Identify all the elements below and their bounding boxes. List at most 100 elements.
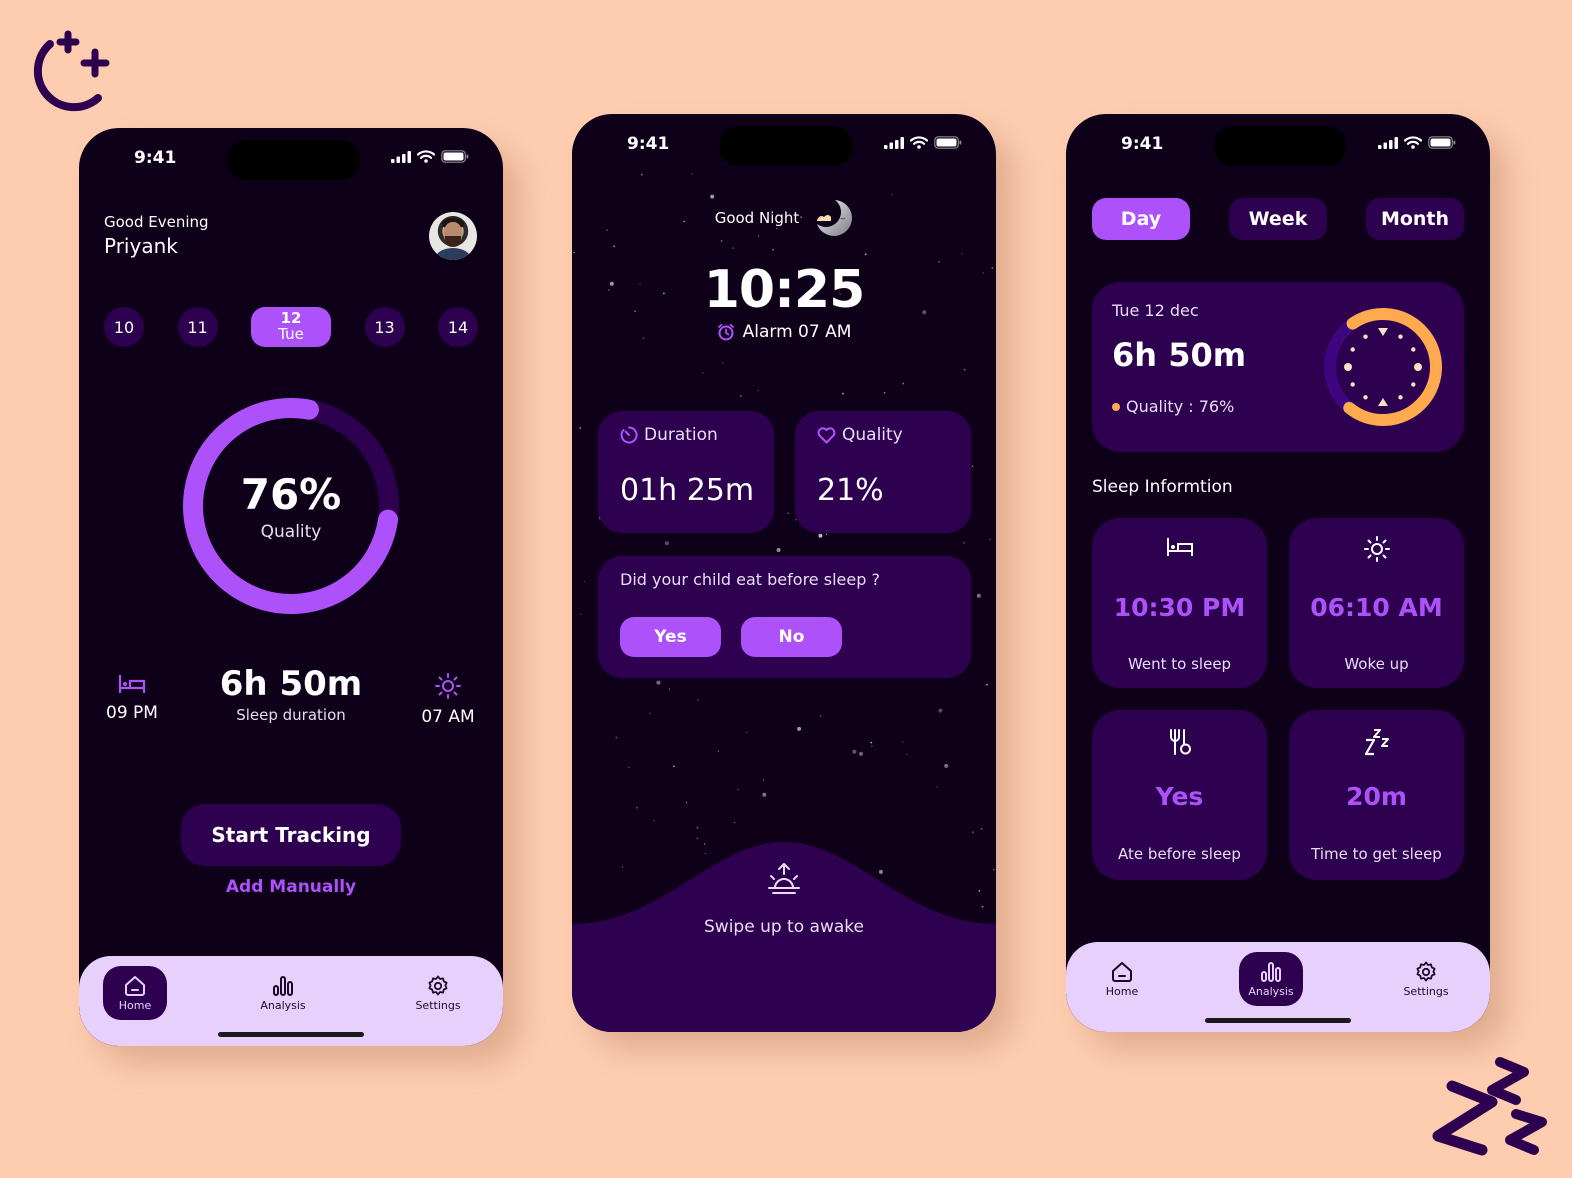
star (944, 763, 949, 768)
user-name: Priyank (104, 234, 178, 258)
star (580, 613, 582, 615)
went-to-sleep-tile: 10:30 PM Went to sleep (1092, 518, 1267, 688)
add-manually-link[interactable]: Add Manually (79, 877, 503, 897)
bar-chart-icon (273, 975, 293, 996)
star (656, 680, 661, 685)
summary-date: Tue 12 dec (1112, 301, 1199, 320)
woke-up-tile: 06:10 AM Woke up (1289, 518, 1464, 688)
fork-spoon-icon (1169, 729, 1191, 755)
yes-button[interactable]: Yes (620, 617, 721, 657)
tile-value: Yes (1155, 782, 1204, 811)
day-number: 13 (374, 317, 395, 337)
nav-home[interactable]: Home (103, 966, 167, 1020)
no-button[interactable]: No (741, 617, 842, 657)
bar-chart-icon (1261, 961, 1281, 982)
star (972, 831, 974, 834)
signal-icon (391, 150, 411, 163)
dynamic-island (1213, 126, 1347, 166)
eat-question-card: Did your child eat before sleep ? Yes No (598, 556, 971, 678)
tab-month[interactable]: Month (1366, 198, 1464, 240)
star (649, 712, 651, 714)
star (961, 252, 963, 254)
tile-label: Went to sleep (1127, 655, 1232, 673)
star (891, 193, 893, 195)
nav-settings[interactable]: Settings (1394, 952, 1458, 1006)
heart-icon (817, 426, 836, 443)
star (989, 538, 991, 540)
star (902, 382, 905, 385)
star (613, 245, 616, 248)
clock-tick (1414, 363, 1422, 371)
quality-dot (1112, 402, 1120, 411)
star (746, 731, 748, 734)
avatar[interactable] (429, 212, 477, 260)
zzz-icon (1432, 1057, 1547, 1156)
star (628, 767, 630, 769)
tab-week[interactable]: Week (1229, 198, 1327, 240)
day-number: 14 (447, 317, 469, 337)
clock-tick (1411, 347, 1416, 352)
day-number: 11 (187, 317, 208, 337)
tile-label: Time to get sleep (1311, 845, 1442, 863)
star (686, 802, 688, 804)
good-night-text: Good Night (714, 209, 800, 227)
duration-card: Duration 01h 25m (598, 411, 774, 533)
bed-icon (1166, 538, 1193, 556)
star (842, 392, 844, 395)
sun-icon (1363, 536, 1390, 562)
day-item-selected[interactable]: 12 Tue (251, 307, 331, 347)
sleeping-moon-icon (817, 200, 853, 236)
tile-value: 10:30 PM (1113, 593, 1246, 622)
nav-home[interactable]: Home (1090, 952, 1154, 1006)
quality-value: 21% (817, 473, 884, 508)
moon-stars-icon (33, 30, 110, 112)
alarm-clock-icon (717, 323, 734, 341)
star (797, 726, 802, 731)
battery-icon (934, 136, 962, 149)
nav-analysis[interactable]: Analysis (1239, 952, 1303, 1006)
day-item[interactable]: 14 (438, 307, 478, 347)
wake-time-stat: 07 AM (415, 673, 481, 727)
summary-quality-text: Quality : 76% (1126, 397, 1235, 416)
sun-icon (435, 673, 461, 699)
day-item[interactable]: 13 (364, 307, 405, 347)
home-indicator (1205, 1018, 1351, 1023)
start-tracking-button[interactable]: Start Tracking (181, 804, 401, 866)
day-number: 10 (113, 317, 135, 337)
star (653, 820, 655, 822)
section-title: Sleep Informtion (1092, 477, 1233, 497)
good-night-header: Good Night (572, 198, 996, 238)
star (819, 715, 822, 717)
ate-before-sleep-tile: Yes Ate before sleep (1092, 710, 1267, 880)
wifi-icon (910, 136, 928, 149)
star (696, 826, 699, 829)
tab-day[interactable]: Day (1092, 198, 1190, 240)
tile-label: Ate before sleep (1118, 845, 1241, 863)
clock-marker (1378, 398, 1388, 406)
alarm-info: Alarm 07 AM (572, 322, 996, 342)
summary-card: Tue 12 dec 6h 50m Quality : 76% (1092, 282, 1464, 452)
quality-card: Quality 21% (795, 411, 971, 533)
star (938, 708, 943, 713)
nav-settings[interactable]: Settings (406, 966, 470, 1020)
duration-value: 01h 25m (620, 473, 755, 508)
star (579, 427, 582, 429)
summary-duration: 6h 50m (1112, 336, 1247, 374)
home-screen: 9:41 Good Evening Priyank 10 11 12 Tue 1… (79, 128, 503, 1046)
eat-question: Did your child eat before sleep ? (620, 570, 880, 589)
day-item[interactable]: 10 (104, 307, 144, 347)
alarm-text: Alarm 07 AM (742, 322, 852, 342)
clock-tick (1363, 395, 1368, 400)
star (787, 512, 789, 514)
clock-tick (1411, 382, 1416, 387)
home-icon (1112, 961, 1132, 982)
nav-label: Analysis (260, 998, 306, 1012)
status-time: 9:41 (1121, 134, 1164, 154)
clock-tick (1350, 382, 1355, 387)
star (697, 699, 699, 701)
star (734, 821, 736, 824)
star (883, 391, 886, 394)
day-item[interactable]: 11 (177, 307, 218, 347)
nav-analysis[interactable]: Analysis (251, 966, 315, 1020)
time-to-sleep-tile: 20m Time to get sleep (1289, 710, 1464, 880)
